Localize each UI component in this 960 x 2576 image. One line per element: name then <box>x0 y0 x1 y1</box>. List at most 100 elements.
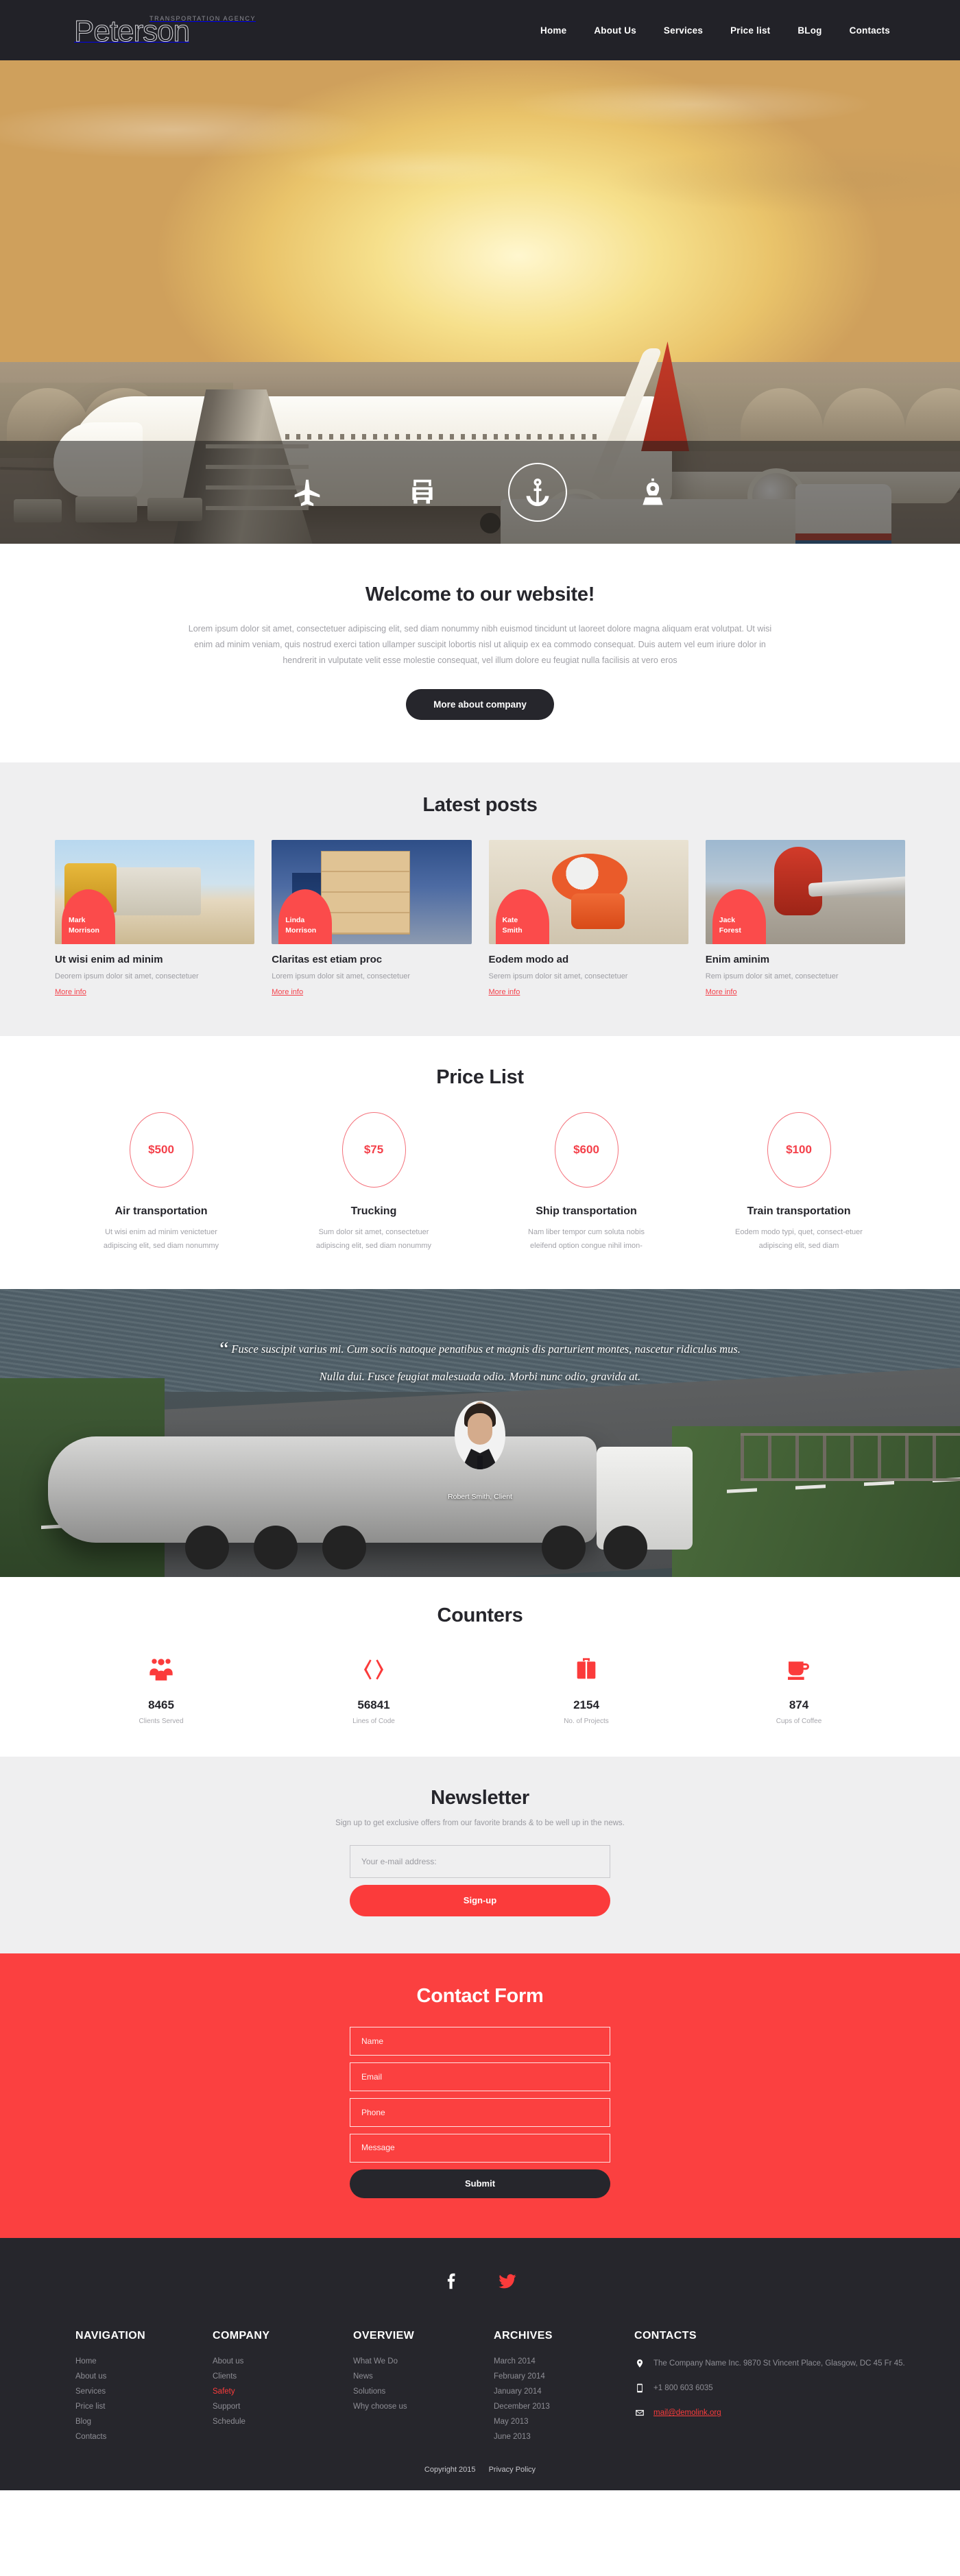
footer-link-about-us[interactable]: About us <box>75 2372 213 2381</box>
newsletter-subtitle: Sign up to get exclusive offers from our… <box>335 1818 625 1827</box>
nav-item-price-list[interactable]: Price list <box>730 25 770 36</box>
post-description: Deorem ipsum dolor sit amet, consectetue… <box>55 972 199 981</box>
footer-link-schedule[interactable]: Schedule <box>213 2418 353 2426</box>
post-thumbnail[interactable]: Jack Forest <box>705 840 905 945</box>
footer-columns: NAVIGATION Home About us Services Price … <box>0 2330 960 2448</box>
footer-link-news[interactable]: News <box>353 2372 494 2381</box>
author-last-name: Morrison <box>69 926 99 935</box>
footer-link-price-list[interactable]: Price list <box>75 2403 213 2411</box>
footer-link-march-2014[interactable]: March 2014 <box>494 2357 634 2366</box>
newsletter-signup-button[interactable]: Sign-up <box>350 1884 610 1916</box>
footer-column-contacts: CONTACTS The Company Name Inc. 9870 St V… <box>634 2330 909 2448</box>
footer-link-home[interactable]: Home <box>75 2357 213 2366</box>
post-description: Serem ipsum dolor sit amet, consectetuer <box>488 972 628 981</box>
briefcase-icon <box>480 1650 693 1689</box>
author-last-name: Smith <box>502 926 523 935</box>
twitter-icon[interactable] <box>494 2268 520 2294</box>
post-description: Lorem ipsum dolor sit amet, consectetuer <box>272 972 411 981</box>
post-thumbnail[interactable]: Mark Morrison <box>55 840 255 945</box>
message-field[interactable] <box>350 2133 610 2163</box>
price-service-description: Sum dolor sit amet, consectetuer adipisc… <box>315 1227 432 1250</box>
price-card: $500 Air transportation Ut wisi enim ad … <box>55 1111 267 1253</box>
post-thumbnail[interactable]: Kate Smith <box>488 840 688 945</box>
price-list-title: Price List <box>436 1066 524 1088</box>
author-last-name: Forest <box>719 926 741 935</box>
counter-label: No. of Projects <box>564 1717 609 1725</box>
footer-link-solutions[interactable]: Solutions <box>353 2387 494 2396</box>
footer-link-june-2013[interactable]: June 2013 <box>494 2433 634 2441</box>
price-service-name: Ship transportation <box>536 1205 637 1217</box>
post-title: Ut wisi enim ad minim <box>55 954 163 966</box>
footer-email-row: mail@demolink.org <box>634 2407 909 2419</box>
footer-link-services[interactable]: Services <box>75 2387 213 2396</box>
post-more-info-link[interactable]: More info <box>272 988 303 996</box>
privacy-policy-link[interactable]: Privacy Policy <box>489 2466 536 2474</box>
phone-field[interactable] <box>350 2097 610 2127</box>
counter-label: Clients Served <box>139 1717 184 1725</box>
testimonial-author: Robert Smith, Client <box>448 1492 512 1501</box>
author-first-name: Linda <box>285 915 305 924</box>
footer-link-safety[interactable]: Safety <box>213 2387 353 2396</box>
anchor-icon[interactable] <box>508 463 567 522</box>
counter-label: Lines of Code <box>352 1717 395 1725</box>
footer-link-may-2013[interactable]: May 2013 <box>494 2418 634 2426</box>
airplane-icon[interactable] <box>278 463 337 522</box>
envelope-icon <box>634 2407 645 2418</box>
post-more-info-link[interactable]: More info <box>55 988 86 996</box>
footer-address-row: The Company Name Inc. 9870 St Vincent Pl… <box>634 2357 909 2370</box>
email-field[interactable] <box>350 2062 610 2091</box>
nav-item-blog[interactable]: BLog <box>797 25 821 36</box>
footer-link-contacts[interactable]: Contacts <box>75 2433 213 2441</box>
facebook-icon[interactable] <box>440 2268 466 2294</box>
price-service-name: Trucking <box>350 1205 397 1217</box>
footer-link-december-2013[interactable]: December 2013 <box>494 2403 634 2411</box>
newsletter-email-input[interactable] <box>350 1844 610 1878</box>
nav-item-contacts[interactable]: Contacts <box>850 25 890 36</box>
price-service-description: Eodem modo typi, quet, consect-etuer adi… <box>735 1227 863 1250</box>
author-first-name: Jack <box>719 915 736 924</box>
coffee-cup-icon <box>693 1650 905 1689</box>
submit-button[interactable]: Submit <box>350 2169 610 2198</box>
footer-link-why-choose-us[interactable]: Why choose us <box>353 2403 494 2411</box>
train-icon[interactable] <box>623 463 682 522</box>
post-title: Enim aminim <box>705 954 770 966</box>
newsletter-section: Newsletter Sign up to get exclusive offe… <box>0 1756 960 1953</box>
post-card: Linda Morrison Claritas est etiam proc L… <box>272 840 472 998</box>
price-amount-circle: $500 <box>129 1111 193 1188</box>
footer-link-january-2014[interactable]: January 2014 <box>494 2387 634 2396</box>
post-more-info-link[interactable]: More info <box>489 988 520 996</box>
code-icon <box>267 1650 480 1689</box>
nav-item-home[interactable]: Home <box>540 25 566 36</box>
site-logo[interactable]: TRANSPORTATION AGENCY Peterson <box>55 15 256 47</box>
post-thumbnail[interactable]: Linda Morrison <box>272 840 472 945</box>
site-footer: NAVIGATION Home About us Services Price … <box>0 2237 960 2490</box>
footer-column-overview: OVERVIEW What We Do News Solutions Why c… <box>353 2330 494 2448</box>
more-about-company-button[interactable]: More about company <box>406 689 554 721</box>
footer-link-what-we-do[interactable]: What We Do <box>353 2357 494 2366</box>
counter-value: 2154 <box>573 1698 599 1711</box>
hero-service-icons <box>0 441 960 544</box>
nav-item-services[interactable]: Services <box>664 25 703 36</box>
post-card: Mark Morrison Ut wisi enim ad minim Deor… <box>55 840 255 998</box>
price-list-section: Price List $500 Air transportation Ut wi… <box>0 1035 960 1289</box>
name-field[interactable] <box>350 2026 610 2056</box>
nav-item-about-us[interactable]: About Us <box>594 25 636 36</box>
footer-link-blog[interactable]: Blog <box>75 2418 213 2426</box>
testimonial-section: “Fusce suscipit varius mi. Cum sociis na… <box>0 1288 960 1577</box>
price-card: $600 Ship transportation Nam liber tempo… <box>480 1111 693 1253</box>
truck-icon[interactable] <box>393 463 452 522</box>
footer-link-about-us[interactable]: About us <box>213 2357 353 2366</box>
footer-link-clients[interactable]: Clients <box>213 2372 353 2381</box>
footer-link-support[interactable]: Support <box>213 2403 353 2411</box>
author-first-name: Mark <box>69 915 86 924</box>
footer-link-february-2014[interactable]: February 2014 <box>494 2372 634 2381</box>
footer-column-company: COMPANY About us Clients Safety Support … <box>213 2330 353 2448</box>
post-more-info-link[interactable]: More info <box>706 988 737 996</box>
counter-grid: 8465 Clients Served 56841 Lines of Code … <box>55 1650 905 1725</box>
welcome-title: Welcome to our website! <box>365 583 595 605</box>
footer-email-link[interactable]: mail@demolink.org <box>653 2407 721 2419</box>
testimonial-quote-text: Fusce suscipit varius mi. Cum sociis nat… <box>231 1342 741 1384</box>
price-amount-circle: $600 <box>554 1111 619 1188</box>
footer-phone: +1 800 603 6035 <box>653 2383 713 2392</box>
welcome-text: Lorem ipsum dolor sit amet, consectetuer… <box>188 624 772 666</box>
